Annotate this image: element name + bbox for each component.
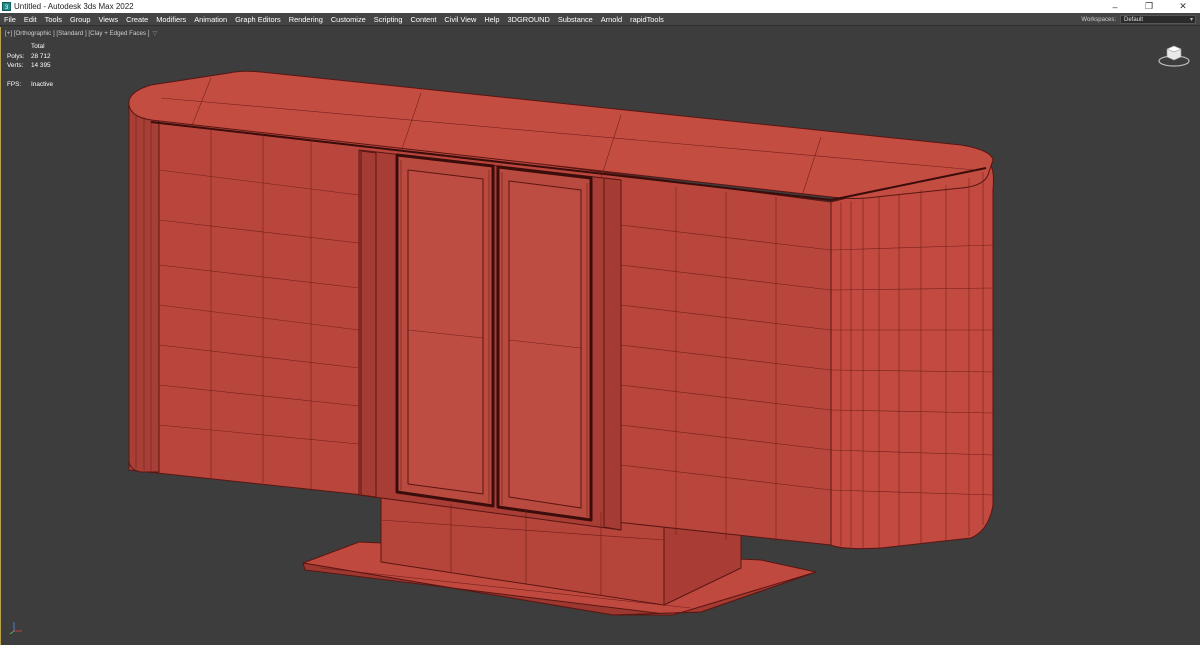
workspaces-group: Workspaces: Default ▾ xyxy=(1081,13,1196,26)
menu-animation[interactable]: Animation xyxy=(190,13,231,26)
axis-tripod-icon xyxy=(9,619,25,635)
window-title: Untitled - Autodesk 3ds Max 2022 xyxy=(14,2,134,11)
menu-create[interactable]: Create xyxy=(122,13,152,26)
viewport-label-text[interactable]: [+] [Orthographic ] [Standard ] [Clay + … xyxy=(5,30,149,37)
menu-help[interactable]: Help xyxy=(480,13,503,26)
menu-tools[interactable]: Tools xyxy=(41,13,66,26)
menu-views[interactable]: Views xyxy=(94,13,122,26)
polys-label: Polys: xyxy=(7,52,25,60)
verts-label: Verts: xyxy=(7,62,24,70)
menu-3dground[interactable]: 3DGROUND xyxy=(504,13,554,26)
menu-bar: File Edit Tools Group Views Create Modif… xyxy=(0,13,1200,26)
statistics-overlay: Total Polys: 28 712 Verts: 14 395 FPS: Inac… xyxy=(7,42,53,89)
menu-substance[interactable]: Substance xyxy=(554,13,597,26)
fps-label: FPS: xyxy=(7,80,22,88)
menu-civil-view[interactable]: Civil View xyxy=(440,13,480,26)
pilaster-left xyxy=(360,150,377,498)
workspaces-label: Workspaces: xyxy=(1081,16,1116,23)
menu-edit[interactable]: Edit xyxy=(20,13,41,26)
menu-arnold[interactable]: Arnold xyxy=(597,13,626,26)
cabinet-model[interactable] xyxy=(1,27,1200,645)
menu-scripting[interactable]: Scripting xyxy=(370,13,407,26)
menu-modifiers[interactable]: Modifiers xyxy=(152,13,190,26)
perspective-viewport[interactable]: [+] [Orthographic ] [Standard ] [Clay + … xyxy=(0,27,1200,645)
menu-group[interactable]: Group xyxy=(66,13,95,26)
filter-icon[interactable]: ▽ xyxy=(152,30,157,37)
door-left-panel xyxy=(407,169,484,495)
polys-value: 28 712 xyxy=(31,52,51,60)
workspaces-dropdown[interactable]: Default ▾ xyxy=(1120,15,1196,24)
title-bar: 3 Untitled - Autodesk 3ds Max 2022 – ❐ ✕ xyxy=(0,0,1200,13)
menu-file[interactable]: File xyxy=(0,13,20,26)
chevron-down-icon: ▾ xyxy=(1189,17,1193,23)
stats-header: Total xyxy=(31,43,45,51)
menu-graph-editors[interactable]: Graph Editors xyxy=(231,13,285,26)
menu-content[interactable]: Content xyxy=(407,13,441,26)
minimize-icon[interactable]: – xyxy=(1098,0,1132,13)
menu-rendering[interactable]: Rendering xyxy=(285,13,327,26)
close-icon[interactable]: ✕ xyxy=(1166,0,1200,13)
fps-value: Inactive xyxy=(31,80,54,88)
menu-rapidtools[interactable]: rapidTools xyxy=(626,13,668,26)
menu-customize[interactable]: Customize xyxy=(327,13,370,26)
door-right-panel xyxy=(508,180,582,509)
pilaster-right xyxy=(603,177,622,531)
restore-icon[interactable]: ❐ xyxy=(1132,0,1166,13)
verts-value: 14 395 xyxy=(31,62,51,70)
viewport-label[interactable]: [+] [Orthographic ] [Standard ] [Clay + … xyxy=(5,30,157,37)
app-icon[interactable]: 3 xyxy=(2,2,11,11)
viewcube-icon[interactable] xyxy=(1157,42,1191,68)
workspaces-value: Default xyxy=(1124,17,1144,23)
